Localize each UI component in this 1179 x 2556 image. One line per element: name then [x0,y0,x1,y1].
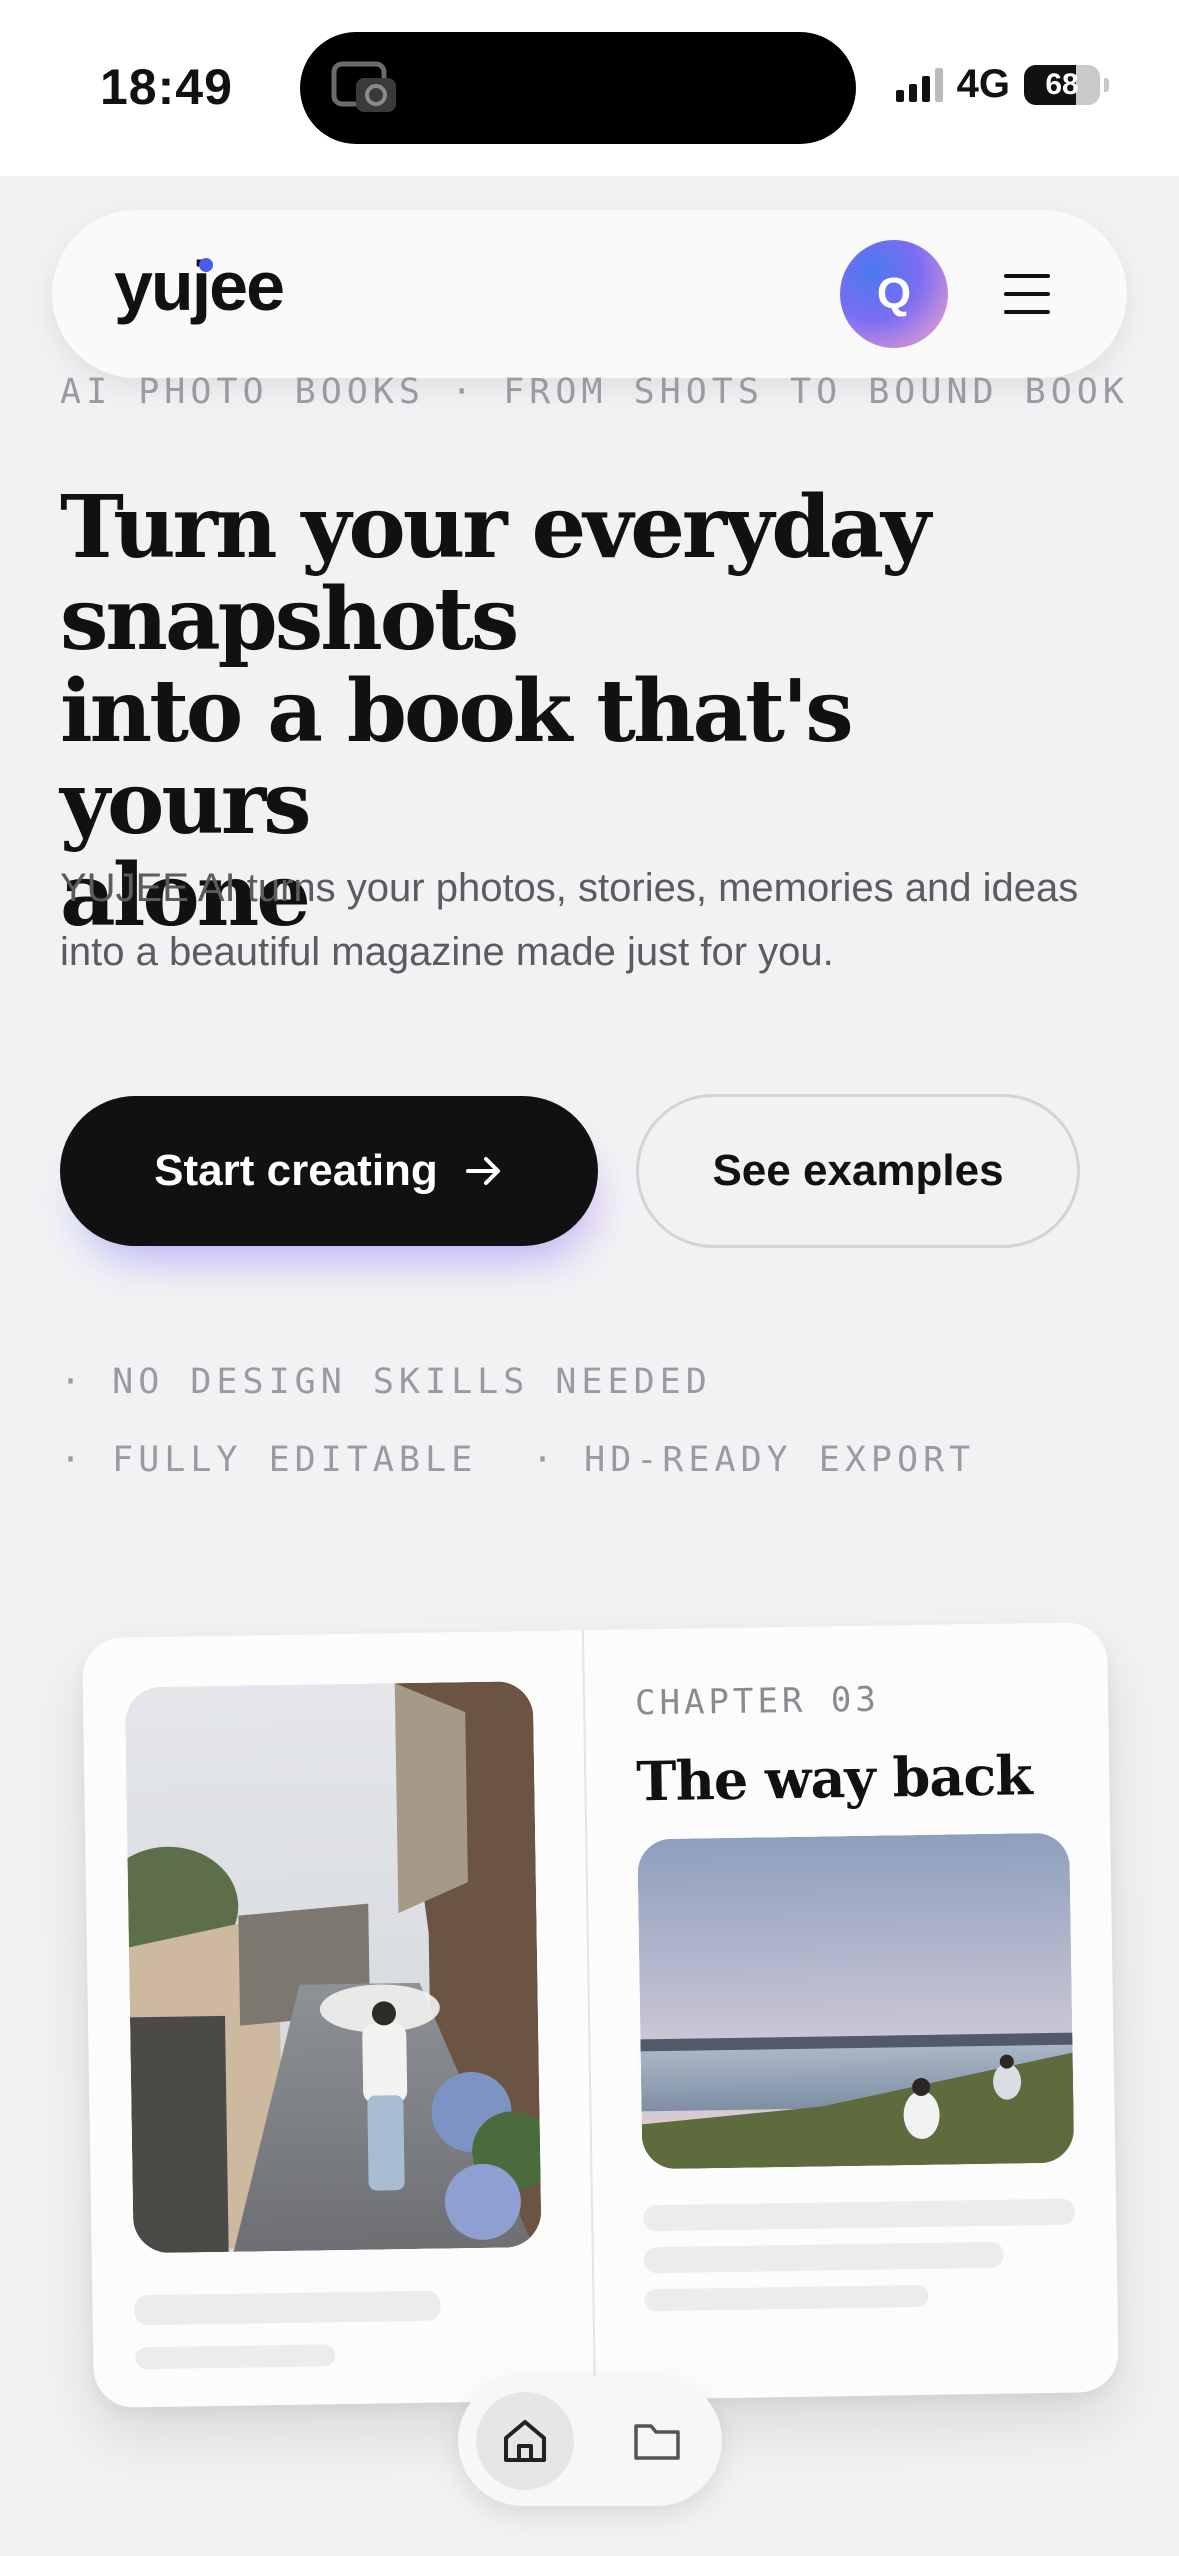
see-examples-label: See examples [712,1146,1004,1195]
headline-line: into a book that's yours [60,661,854,854]
brand-logo[interactable]: yujee [114,246,285,326]
start-creating-label: Start creating [154,1146,438,1195]
status-time: 18:49 [100,59,233,115]
avatar-initial: Q [876,269,912,318]
bottom-tab-bar [458,2376,722,2506]
headline-line: Turn your everyday [60,477,931,578]
text-placeholder [644,2284,929,2312]
hero-subtitle: YUJEE AI turns your photos, stories, mem… [60,866,1079,974]
battery-level: 68 [1045,67,1079,101]
headline-line: snapshots [60,569,519,670]
battery-tip [1104,77,1109,92]
photo-rainy-street [124,1681,542,2254]
tab-folder[interactable] [608,2392,706,2490]
battery-icon: 68 [1024,64,1100,105]
hero-eyebrow: AI PHOTO BOOKS · FROM SHOTS TO BOUND BOO… [60,372,1129,412]
book-spine [581,1630,597,2401]
text-placeholder [135,2344,336,2370]
camera-icon [331,61,396,112]
feature-item: · HD-READY EXPORT [532,1440,976,1480]
book-preview: CHAPTER 03 The way back [82,1621,1119,2409]
start-creating-button[interactable]: Start creating [60,1096,598,1246]
tab-home[interactable] [476,2392,574,2490]
hamburger-menu-icon[interactable] [1004,274,1050,314]
chapter-title: The way back [635,1743,1033,1814]
folder-icon [634,2424,680,2460]
feature-item: · NO DESIGN SKILLS NEEDED [60,1362,712,1402]
status-bar: 18:49 4G 68 [0,0,1179,176]
dynamic-island [300,32,856,144]
logo-dot [199,258,213,272]
top-nav: yujee Q [52,210,1127,378]
network-label: 4G [956,62,1010,106]
feature-item: · FULLY EDITABLE [60,1440,478,1480]
text-placeholder [643,2241,1005,2274]
text-placeholder [134,2290,441,2326]
chapter-label: CHAPTER 03 [634,1679,881,1724]
home-icon [504,2420,546,2462]
status-indicators: 4G 68 [895,62,1109,107]
user-avatar[interactable]: Q [840,240,948,348]
signal-icon [895,67,943,102]
photo-riverside [637,1832,1075,2170]
see-examples-button[interactable]: See examples [636,1094,1080,1248]
text-placeholder [642,2198,1076,2232]
arrow-right-icon [465,1157,500,1185]
